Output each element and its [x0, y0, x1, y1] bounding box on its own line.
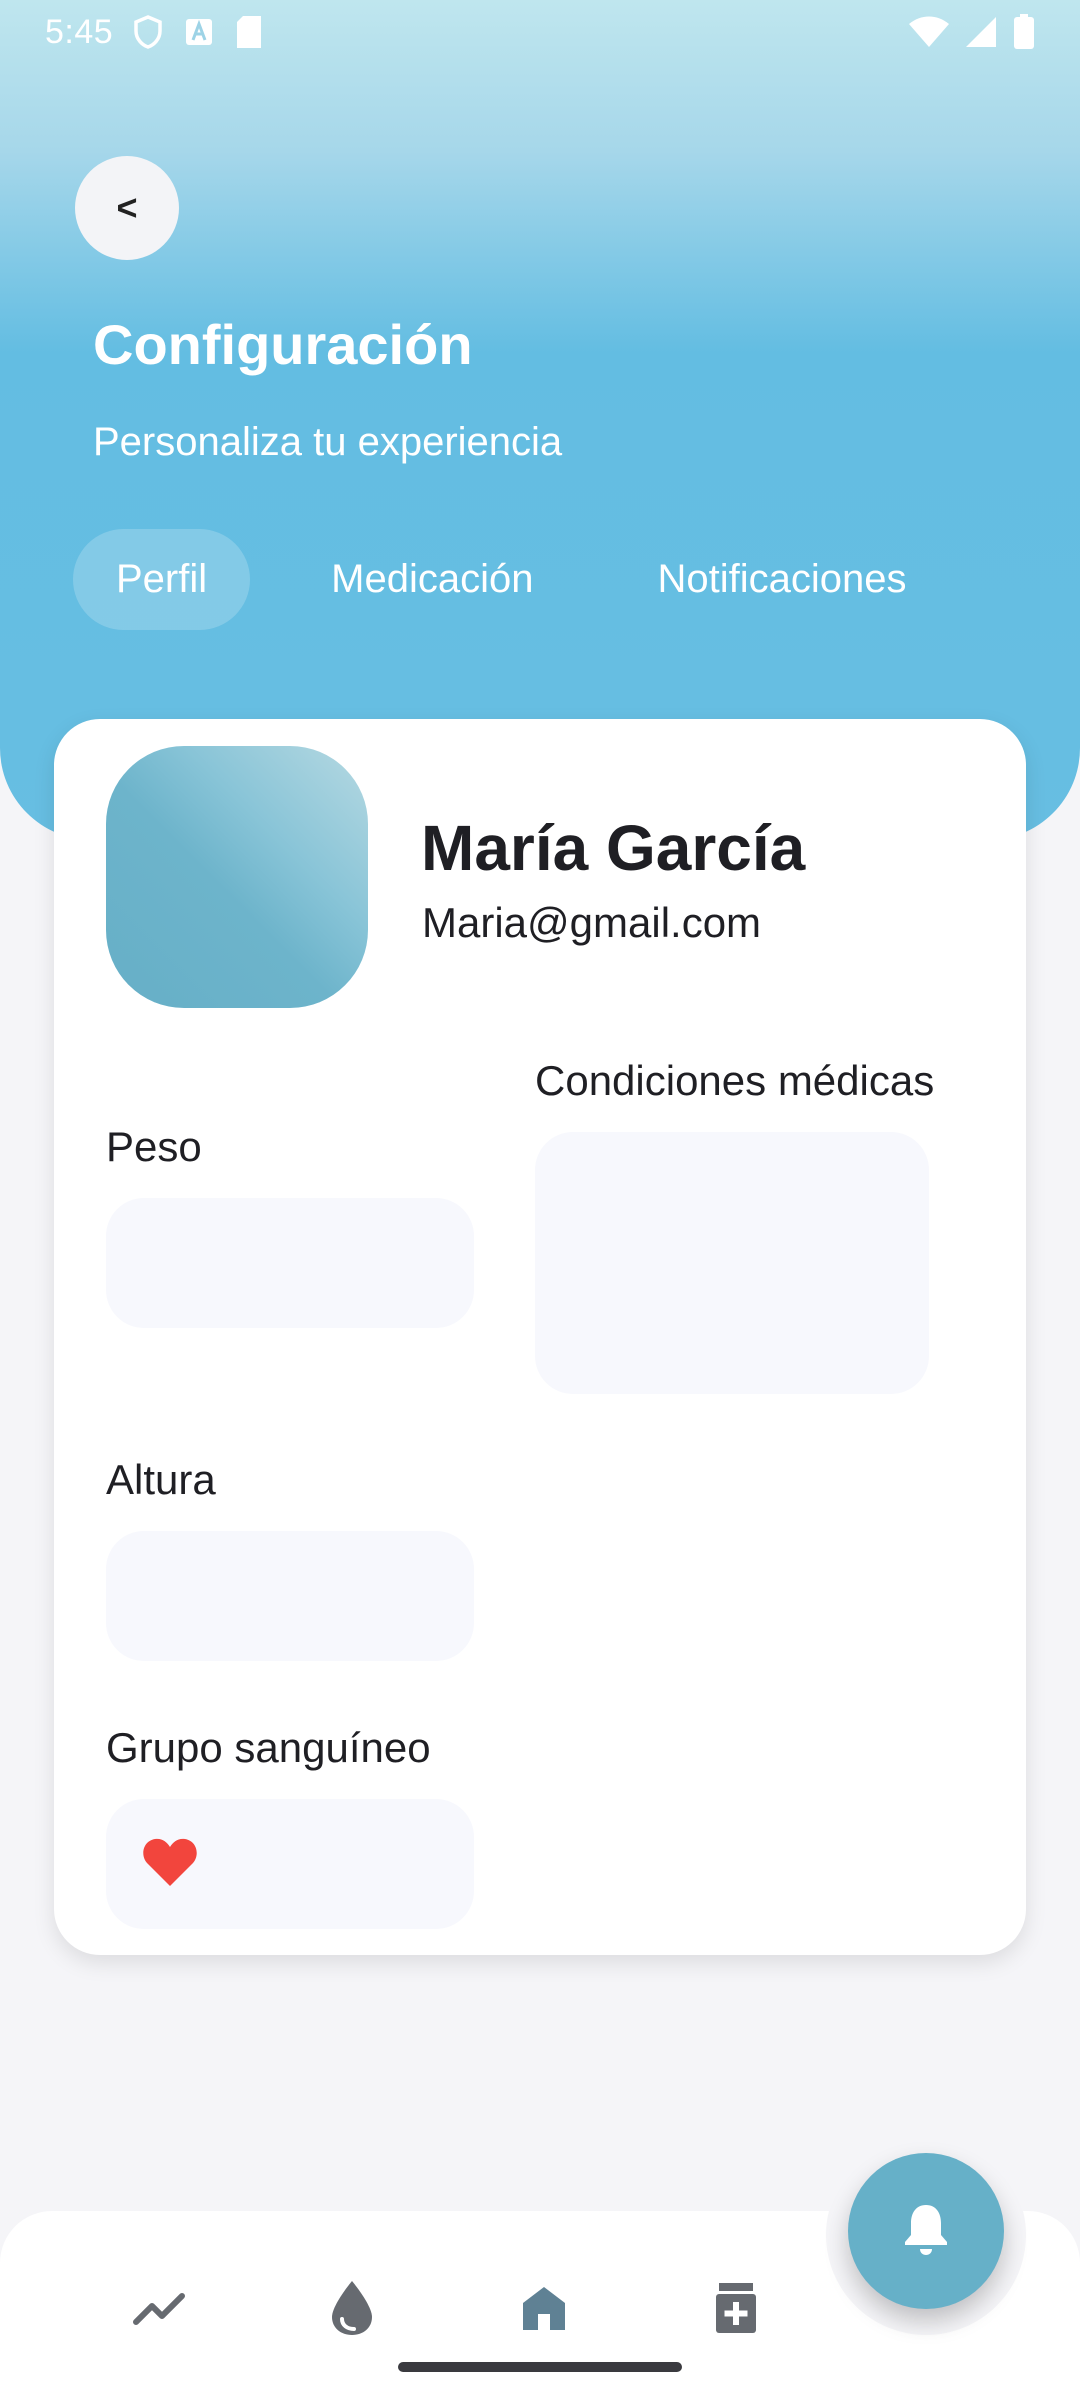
battery-icon	[1013, 14, 1035, 50]
nav-water-button[interactable]	[320, 2278, 384, 2342]
tab-perfil[interactable]: Perfil	[73, 529, 251, 630]
bell-icon	[902, 2201, 950, 2262]
gesture-home-indicator[interactable]	[398, 2362, 682, 2372]
nav-home-button[interactable]	[512, 2278, 576, 2342]
tab-medicacion[interactable]: Medicación	[288, 529, 576, 630]
wifi-icon	[909, 16, 949, 48]
cell-signal-icon	[965, 16, 997, 48]
heart-icon	[142, 1836, 198, 1888]
altura-field[interactable]	[106, 1531, 474, 1661]
nav-medication-button[interactable]	[704, 2278, 768, 2342]
settings-tabs: Perfil Medicación Notificaciones	[73, 529, 949, 630]
sd-card-icon	[235, 15, 263, 49]
avatar[interactable]	[106, 746, 368, 1008]
user-name: María García	[421, 812, 806, 884]
status-bar: 5:45	[0, 0, 1080, 64]
status-time: 5:45	[45, 12, 114, 51]
page-subtitle: Personaliza tu experiencia	[93, 420, 563, 464]
tab-notificaciones[interactable]: Notificaciones	[614, 529, 949, 630]
medication-icon	[715, 2282, 757, 2339]
profile-card: María García Maria@gmail.com Peso Condic…	[54, 719, 1026, 1955]
status-left-icons	[133, 15, 263, 49]
shield-icon	[133, 15, 163, 49]
a-notification-icon	[185, 18, 213, 46]
page-title: Configuración	[93, 313, 473, 376]
peso-label: Peso	[106, 1123, 202, 1170]
grupo-sanguineo-label: Grupo sanguíneo	[106, 1724, 431, 1771]
home-icon	[520, 2284, 568, 2337]
status-right-icons	[909, 14, 1035, 50]
notifications-fab[interactable]	[848, 2153, 1004, 2309]
user-email: Maria@gmail.com	[422, 899, 762, 946]
condiciones-medicas-label: Condiciones médicas	[535, 1057, 935, 1104]
altura-label: Altura	[106, 1456, 216, 1503]
peso-field[interactable]	[106, 1198, 474, 1328]
nav-trend-button[interactable]	[128, 2278, 192, 2342]
condiciones-medicas-field[interactable]	[535, 1132, 929, 1394]
water-drop-icon	[328, 2279, 376, 2342]
back-button[interactable]: <	[75, 156, 179, 260]
trend-chart-icon	[132, 2288, 188, 2333]
